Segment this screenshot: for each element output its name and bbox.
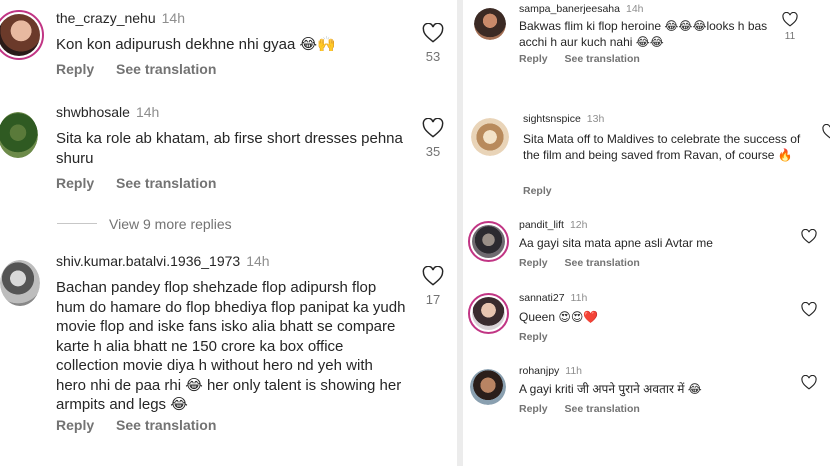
see-translation-link[interactable]: See translation xyxy=(565,403,640,415)
like-heart-icon[interactable] xyxy=(801,375,817,390)
reply-button[interactable]: Reply xyxy=(56,417,94,433)
comment-time: 14h xyxy=(626,3,644,15)
like-heart-icon[interactable] xyxy=(422,266,444,286)
reply-button[interactable]: Reply xyxy=(523,185,552,197)
comment-username[interactable]: pandit_lift 12h xyxy=(519,219,587,231)
avatar[interactable] xyxy=(0,112,38,158)
see-translation-link[interactable]: See translation xyxy=(565,257,640,269)
like-heart-icon[interactable] xyxy=(822,124,830,139)
like-count: 35 xyxy=(425,144,441,159)
view-replies-line xyxy=(57,223,97,224)
comment-text: Bachan pandey flop shehzade flop adipurs… xyxy=(56,279,406,413)
avatar[interactable] xyxy=(468,293,509,334)
reply-button[interactable]: Reply xyxy=(519,403,548,415)
like-heart-icon[interactable] xyxy=(801,229,817,244)
like-count: 17 xyxy=(425,292,441,307)
see-translation-link[interactable]: See translation xyxy=(116,417,216,433)
see-translation-link[interactable]: See translation xyxy=(565,53,640,65)
comment-username[interactable]: shwbhosale 14h xyxy=(56,104,159,120)
like-heart-icon[interactable] xyxy=(782,12,798,27)
comment-actions: Reply See translation xyxy=(56,417,216,433)
comment-time: 13h xyxy=(586,113,605,125)
comment-username[interactable]: sightsnspice 13h xyxy=(523,113,604,125)
comment-username[interactable]: shiv.kumar.batalvi.1936_1973 14h xyxy=(56,253,270,269)
comment-actions: Reply See translation xyxy=(519,403,640,415)
avatar[interactable] xyxy=(0,10,44,60)
avatar[interactable] xyxy=(468,221,509,262)
column-divider xyxy=(457,0,463,466)
avatar[interactable] xyxy=(0,260,40,306)
comment-actions: Reply See translation xyxy=(56,61,216,77)
like-count: 53 xyxy=(425,49,441,64)
like-heart-icon[interactable] xyxy=(801,302,817,317)
comment-username[interactable]: sampa_banerjeesaha 14h xyxy=(519,3,644,15)
view-more-replies-button[interactable]: View 9 more replies xyxy=(109,216,232,232)
comment-text: Queen 😍😍❤️ xyxy=(519,310,599,324)
comment-text: Sita Mata off to Maldives to celebrate t… xyxy=(523,132,801,162)
comment-text: Kon kon adipurush dekhne nhi gyaa 😂🙌 xyxy=(56,36,336,53)
reply-button[interactable]: Reply xyxy=(519,331,548,343)
avatar[interactable] xyxy=(474,8,506,40)
reply-button[interactable]: Reply xyxy=(519,53,548,65)
comment-text: Sita ka role ab khatam, ab firse short d… xyxy=(56,130,403,167)
like-heart-icon[interactable] xyxy=(422,118,444,138)
comment-actions: Reply See translation xyxy=(519,53,640,65)
comment-username[interactable]: sannati27 11h xyxy=(519,292,587,304)
see-translation-link[interactable]: See translation xyxy=(116,61,216,77)
see-translation-link[interactable]: See translation xyxy=(116,175,216,191)
comment-text: Bakwas flim ki flop heroine 😂😂😂looks h b… xyxy=(519,19,768,49)
comment-time: 11h xyxy=(570,292,588,304)
comment-text: A gayi kriti जी अपने पुराने अवतार में 😂 xyxy=(519,382,702,396)
reply-button[interactable]: Reply xyxy=(56,61,94,77)
avatar[interactable] xyxy=(470,369,506,405)
avatar[interactable] xyxy=(471,118,509,156)
like-count: 11 xyxy=(784,31,796,42)
reply-button[interactable]: Reply xyxy=(56,175,94,191)
comment-actions: Reply See translation xyxy=(519,257,640,269)
comment-time: 14h xyxy=(246,253,270,269)
comment-text: Aa gayi sita mata apne asli Avtar me xyxy=(519,236,713,250)
comment-username[interactable]: rohanjpy 11h xyxy=(519,365,582,377)
comment-time: 11h xyxy=(565,365,583,377)
comment-time: 14h xyxy=(161,10,185,26)
comment-time: 14h xyxy=(135,104,160,120)
comment-actions: Reply See translation xyxy=(56,175,216,191)
comment-time: 12h xyxy=(569,219,588,231)
comment-username[interactable]: the_crazy_nehu 14h xyxy=(56,10,185,26)
comment-actions: Reply xyxy=(519,331,548,343)
like-heart-icon[interactable] xyxy=(422,23,444,43)
reply-button[interactable]: Reply xyxy=(519,257,548,269)
comment-actions: Reply xyxy=(523,185,552,197)
